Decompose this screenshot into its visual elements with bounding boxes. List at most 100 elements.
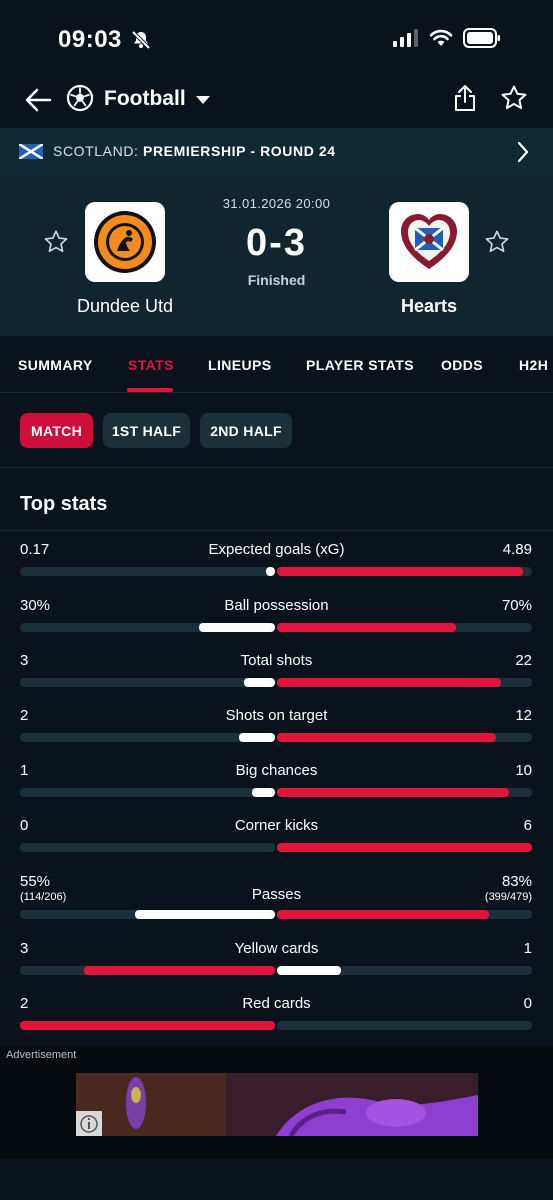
- active-tab-indicator: [127, 388, 173, 392]
- league-bar[interactable]: SCOTLAND: PREMIERSHIP - ROUND 24: [0, 128, 553, 176]
- stat-away-value: 22: [515, 652, 532, 669]
- ad-banner-image: [76, 1073, 478, 1136]
- stat-home-bar: [20, 623, 275, 632]
- stat-away-bar: [277, 567, 532, 576]
- league-title: SCOTLAND: PREMIERSHIP - ROUND 24: [53, 143, 336, 159]
- stat-away-bar-fill: [277, 733, 496, 742]
- away-team-logo[interactable]: [389, 202, 469, 282]
- bottom-safe-area: [0, 1158, 553, 1200]
- period-1st-half-button[interactable]: 1ST HALF: [103, 413, 190, 448]
- stat-away-bar: [277, 788, 532, 797]
- stat-away-text: 0: [523, 995, 532, 1012]
- period-match-button[interactable]: MATCH: [20, 413, 93, 448]
- stat-home-bar: [20, 966, 275, 975]
- league-competition: PREMIERSHIP - ROUND 24: [143, 143, 336, 159]
- stat-away-bar: [277, 910, 532, 919]
- period-2nd-half-button[interactable]: 2ND HALF: [200, 413, 292, 448]
- signal-icon: [393, 29, 419, 52]
- tab-player-stats[interactable]: PLAYER STATS: [306, 357, 414, 373]
- stat-home-bar: [20, 843, 275, 852]
- ad-banner[interactable]: [76, 1073, 478, 1136]
- stat-away-bar-fill: [277, 843, 532, 852]
- stat-home-bar-fill: [266, 567, 275, 576]
- stat-away-bar: [277, 678, 532, 687]
- stat-away-text: 22: [515, 652, 532, 669]
- tab-lineups[interactable]: LINEUPS: [208, 357, 271, 373]
- app-header: Football: [0, 78, 553, 128]
- battery-icon: [463, 28, 501, 53]
- stat-away-bar-fill: [277, 567, 524, 576]
- caret-down-icon[interactable]: [195, 92, 211, 110]
- section-title: Top stats: [20, 493, 108, 515]
- stat-label: Red cards: [242, 995, 311, 1012]
- status-bar: 09:03: [0, 0, 553, 78]
- stat-label: Corner kicks: [234, 817, 319, 834]
- share-icon[interactable]: [453, 84, 477, 117]
- away-team-star-icon[interactable]: [484, 229, 510, 260]
- stat-away-value: 12: [515, 707, 532, 724]
- stat-away-bar: [277, 843, 532, 852]
- stat-away-value: 10: [515, 762, 532, 779]
- home-team-name[interactable]: Dundee Utd: [45, 296, 205, 317]
- match-score: 0-3: [246, 222, 307, 264]
- tab-h2h[interactable]: H2H: [519, 357, 548, 373]
- stat-row: 3 Total shots 22: [0, 652, 553, 702]
- stat-label: Passes: [251, 886, 302, 903]
- stat-label: Shots on target: [225, 707, 328, 724]
- stat-away-value: 6: [524, 817, 532, 834]
- stat-home-bar: [20, 1021, 275, 1030]
- stat-away-text: 1: [523, 940, 532, 957]
- stat-home-bar-fill: [251, 788, 275, 797]
- stat-away-bar: [277, 966, 532, 975]
- stat-row: 30% Ball possession 70%: [0, 597, 553, 647]
- stat-away-bar-fill: [277, 678, 502, 687]
- stat-home-bar: [20, 567, 275, 576]
- tab-stats[interactable]: STATS: [128, 357, 174, 373]
- stat-away-value: 83% (399/479): [485, 873, 532, 903]
- wifi-icon: [429, 29, 453, 52]
- stat-home-bar-fill: [20, 1021, 275, 1030]
- stat-row: 3 Yellow cards 1: [0, 940, 553, 990]
- ad-label: Advertisement: [6, 1049, 77, 1061]
- away-team-name[interactable]: Hearts: [349, 296, 509, 317]
- stat-label: Total shots: [240, 652, 313, 669]
- favorite-star-icon[interactable]: [500, 84, 528, 117]
- sport-selector-label[interactable]: Football: [104, 87, 186, 111]
- stat-home-bar-fill: [244, 678, 275, 687]
- stat-home-bar-fill: [83, 966, 275, 975]
- match-tabs: SUMMARY STATS LINEUPS PLAYER STATS ODDS …: [0, 337, 553, 393]
- stat-away-bar-fill: [277, 966, 341, 975]
- football-icon[interactable]: [66, 84, 94, 117]
- status-icons: [393, 28, 501, 53]
- chevron-right-icon[interactable]: [517, 141, 529, 168]
- scotland-flag-icon: [18, 142, 44, 161]
- stat-away-bar-fill: [277, 623, 456, 632]
- stat-away-text: 83%: [501, 873, 532, 890]
- league-country: SCOTLAND:: [53, 143, 139, 159]
- hearts-crest-icon: [401, 214, 457, 269]
- stat-home-bar: [20, 733, 275, 742]
- status-time: 09:03: [58, 26, 122, 53]
- stat-home-bar-fill: [238, 733, 275, 742]
- stat-home-bar: [20, 788, 275, 797]
- tab-odds[interactable]: ODDS: [441, 357, 483, 373]
- match-header: Dundee Utd 31.01.2026 20:00 0-3 Finished…: [0, 176, 553, 336]
- stat-away-bar: [277, 623, 532, 632]
- stat-label: Expected goals (xG): [208, 541, 345, 558]
- stat-row: 1 Big chances 10: [0, 762, 553, 812]
- stat-away-text: 6: [523, 817, 532, 834]
- back-arrow-icon[interactable]: [24, 86, 52, 114]
- tab-summary[interactable]: SUMMARY: [18, 357, 93, 373]
- stat-home-bar-fill: [134, 910, 275, 919]
- stat-away-bar: [277, 733, 532, 742]
- section-divider: [0, 530, 553, 531]
- match-datetime: 31.01.2026 20:00: [222, 196, 331, 211]
- stat-away-text: 4.89: [502, 541, 532, 558]
- period-selector: MATCH 1ST HALF 2ND HALF: [0, 393, 553, 468]
- stat-away-text: 70%: [501, 597, 532, 614]
- stat-row: 2 Shots on target 12: [0, 707, 553, 757]
- stat-away-subtext: (399/479): [484, 891, 532, 903]
- stat-row: 0.17 Expected goals (xG) 4.89: [0, 541, 553, 591]
- stat-label: Yellow cards: [234, 940, 319, 957]
- stat-away-value: 70%: [502, 597, 532, 614]
